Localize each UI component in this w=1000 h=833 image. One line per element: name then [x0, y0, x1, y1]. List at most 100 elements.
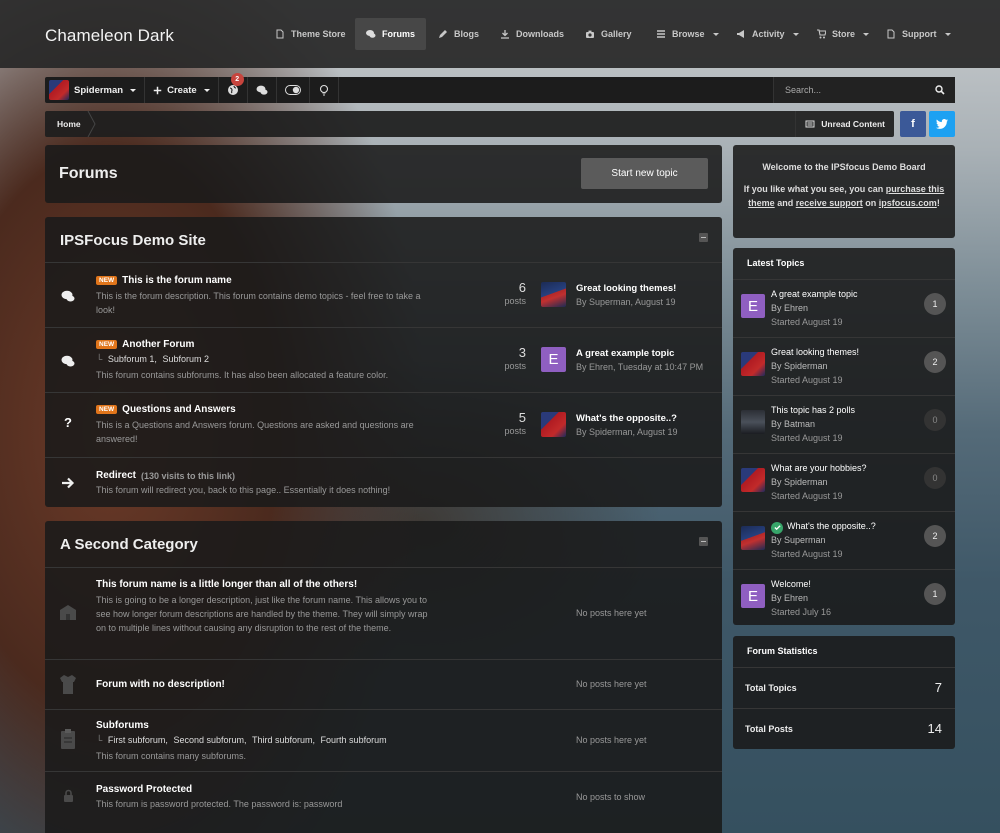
forum-title-link[interactable]: Subforums	[96, 720, 149, 731]
last-post-byline: By Spiderman, August 19	[576, 427, 678, 437]
forum-name: Questions and Answers	[122, 404, 236, 415]
forum-name: This forum name is a little longer than …	[96, 579, 358, 590]
unread-content-button[interactable]: Unread Content	[795, 111, 894, 137]
nav-downloads[interactable]: Downloads	[489, 18, 575, 50]
avatar[interactable]	[541, 412, 566, 437]
last-post-title[interactable]: A great example topic	[576, 348, 674, 359]
last-post-title[interactable]: Great looking themes!	[576, 283, 676, 294]
notifications-button[interactable]: 2	[219, 73, 248, 103]
page-title: Forums	[59, 165, 118, 182]
last-post-title[interactable]: What's the opposite..?	[576, 413, 677, 424]
avatar[interactable]	[541, 282, 566, 307]
stat-row: Total Topics 7	[733, 667, 955, 708]
topic-item[interactable]: What's the opposite..? By Superman Start…	[733, 511, 955, 569]
avatar[interactable]	[741, 352, 765, 376]
twitter-button[interactable]	[929, 111, 955, 137]
toggle-icon	[284, 85, 301, 95]
subforum-link[interactable]: Subforum 1,	[108, 354, 157, 364]
nav-blogs[interactable]: Blogs	[427, 18, 490, 50]
breadcrumb-home[interactable]: Home	[57, 119, 81, 129]
forum-title-link[interactable]: This forum name is a little longer than …	[96, 579, 357, 590]
topic-item[interactable]: Great looking themes! By Spiderman Start…	[733, 337, 955, 395]
post-count: 6 posts	[466, 280, 526, 307]
forum-description: This forum contains subforums. It has al…	[96, 370, 389, 380]
topic-title[interactable]: A great example topic	[771, 289, 858, 299]
receive-support-link[interactable]: receive support	[796, 198, 863, 208]
forum-title-link[interactable]: NEW Questions and Answers	[96, 404, 236, 415]
forum-name: Forum with no description!	[96, 679, 225, 690]
avatar[interactable]: E	[541, 347, 566, 372]
tips-button[interactable]	[310, 77, 339, 103]
post-count-label: posts	[504, 361, 526, 371]
last-post-byline: By Superman, August 19	[576, 297, 676, 307]
breadcrumb-separator-icon	[87, 111, 96, 137]
arrow-right-icon	[62, 477, 75, 489]
nav-browse[interactable]: Browse	[645, 18, 730, 50]
subforum-link[interactable]: First subforum,	[108, 735, 168, 745]
category-title[interactable]: A Second Category	[60, 536, 198, 553]
topic-title[interactable]: What are your hobbies?	[771, 463, 867, 473]
category-title[interactable]: IPSFocus Demo Site	[60, 232, 206, 249]
reply-count: 0	[924, 467, 946, 489]
ipsfocus-link[interactable]: ipsfocus.com	[879, 198, 937, 208]
forum-title-link[interactable]: Redirect (130 visits to this link)	[96, 470, 235, 481]
subforum-link[interactable]: Fourth subforum	[321, 735, 387, 745]
start-new-topic-button[interactable]: Start new topic	[581, 158, 708, 189]
theme-toggle[interactable]	[277, 77, 310, 103]
avatar[interactable]	[741, 526, 765, 550]
avatar[interactable]	[741, 468, 765, 492]
subforum-link[interactable]: Second subforum,	[173, 735, 246, 745]
user-menu[interactable]: Spiderman	[45, 77, 146, 103]
forum-name: Subforums	[96, 720, 149, 731]
new-badge: NEW	[96, 340, 118, 349]
subforum-link[interactable]: Subforum 2	[162, 354, 209, 364]
forum-row: Redirect (130 visits to this link) This …	[45, 457, 722, 507]
forum-row: Password Protected This forum is passwor…	[45, 771, 722, 821]
forum-description: This is the forum description. This foru…	[96, 291, 421, 315]
nav-label: Theme Store	[291, 29, 346, 39]
avatar[interactable]: E	[741, 294, 765, 318]
facebook-button[interactable]: f	[900, 111, 926, 137]
topic-title[interactable]: Great looking themes!	[771, 347, 859, 357]
forum-row: This forum name is a little longer than …	[45, 567, 722, 659]
site-title[interactable]: Chameleon Dark	[45, 26, 174, 46]
site-header: Chameleon Dark Theme Store Forums Blogs …	[0, 0, 1000, 68]
forum-title-link[interactable]: NEW This is the forum name	[96, 275, 232, 286]
nav-activity[interactable]: Activity	[725, 18, 810, 50]
welcome-text-part: on	[865, 198, 877, 208]
forum-name: Another Forum	[122, 339, 195, 350]
forum-name: This is the forum name	[122, 275, 232, 286]
facebook-icon: f	[911, 118, 915, 130]
avatar[interactable]: E	[741, 584, 765, 608]
nav-store[interactable]: Store	[805, 18, 880, 50]
topic-item[interactable]: E A great example topic By Ehren Started…	[733, 279, 955, 337]
forum-row: NEW Another Forum └ Subforum 1, Subforum…	[45, 327, 722, 392]
collapse-icon[interactable]	[699, 537, 708, 546]
subforum-arrow-icon: └	[96, 354, 103, 364]
nav-gallery[interactable]: Gallery	[574, 18, 643, 50]
topic-item[interactable]: What are your hobbies? By Spiderman Star…	[733, 453, 955, 511]
nav-theme-store[interactable]: Theme Store	[264, 18, 357, 50]
twitter-icon	[936, 119, 948, 129]
nav-support[interactable]: Support	[875, 18, 962, 50]
avatar[interactable]	[741, 410, 765, 434]
topic-title[interactable]: This topic has 2 polls	[771, 405, 855, 415]
topic-title-wrap[interactable]: What's the opposite..?	[771, 521, 876, 534]
forum-title-link[interactable]: NEW Another Forum	[96, 339, 194, 350]
search-icon[interactable]	[935, 85, 945, 95]
topic-item[interactable]: E Welcome! By Ehren Started July 16 1	[733, 569, 955, 627]
messages-button[interactable]	[248, 77, 277, 103]
search-input[interactable]: Search...	[773, 77, 955, 103]
topic-title[interactable]: Welcome!	[771, 579, 811, 589]
subforum-link[interactable]: Third subforum,	[252, 735, 315, 745]
comments-icon	[61, 290, 75, 302]
create-menu[interactable]: Create	[145, 77, 219, 103]
post-count: 5 posts	[466, 410, 526, 437]
collapse-icon[interactable]	[699, 233, 708, 242]
forum-title-link[interactable]: Forum with no description!	[96, 679, 225, 690]
nav-label: Store	[832, 29, 856, 39]
nav-forums[interactable]: Forums	[355, 18, 427, 50]
building-icon	[60, 605, 76, 620]
topic-item[interactable]: This topic has 2 polls By Batman Started…	[733, 395, 955, 453]
forum-title-link[interactable]: Password Protected	[96, 784, 192, 795]
